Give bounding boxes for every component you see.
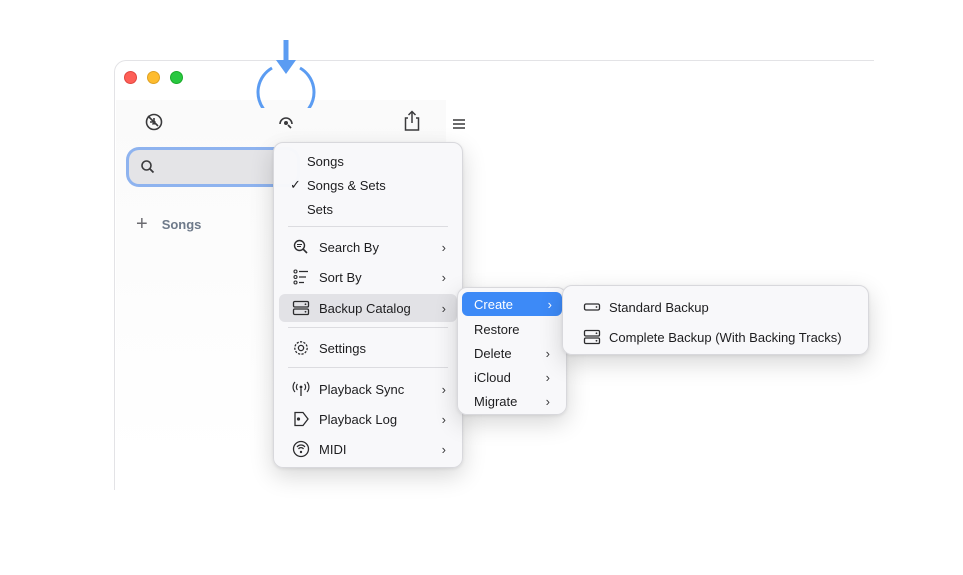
single-drive-icon: [583, 298, 601, 316]
menu-item-label: Songs: [307, 153, 344, 169]
menu-separator: [288, 327, 448, 328]
hamburger-icon-svg: [453, 119, 465, 129]
backup-drive-icon: [292, 299, 310, 317]
chevron-right-icon: ›: [545, 393, 550, 409]
menu-item-label: iCloud: [474, 369, 511, 385]
menu-item-label: Sort By: [319, 269, 362, 285]
menu-item-label: Settings: [319, 340, 366, 356]
sync-icon[interactable]: [275, 111, 297, 133]
menu-item-icloud[interactable]: iCloud ›: [464, 364, 560, 390]
chevron-right-icon: ›: [441, 441, 446, 457]
download-arrow-annotation-icon: [254, 38, 318, 122]
chevron-right-icon: ›: [545, 369, 550, 385]
menu-item-label: Sets: [307, 201, 334, 217]
history-icon[interactable]: [143, 111, 165, 133]
create-backup-submenu: Standard Backup Complete Backup (With Ba…: [562, 285, 869, 355]
close-window-button[interactable]: [124, 71, 137, 84]
menu-item-songs[interactable]: Songs: [280, 148, 456, 174]
menu-item-label: Playback Log: [319, 411, 398, 427]
menu-item-label: Songs & Sets: [307, 177, 386, 193]
search-icon-svg: [141, 160, 155, 174]
main-dropdown-menu: Songs ✓ Songs & Sets Sets Search By › So…: [273, 142, 463, 468]
checkmark-icon: ✓: [290, 177, 301, 192]
history-icon-svg: [145, 113, 163, 131]
menu-item-songs-and-sets[interactable]: ✓ Songs & Sets: [280, 172, 456, 198]
dual-drive-icon: [583, 328, 601, 346]
plus-icon: +: [136, 213, 148, 235]
gear-icon: [292, 339, 310, 357]
menu-item-migrate[interactable]: Migrate ›: [464, 388, 560, 414]
menu-item-sets[interactable]: Sets: [280, 196, 456, 222]
menu-item-complete-backup[interactable]: Complete Backup (With Backing Tracks): [569, 324, 862, 350]
menu-item-label: Standard Backup: [609, 299, 709, 315]
chevron-right-icon: ›: [545, 345, 550, 361]
menu-item-label: Backup Catalog: [319, 300, 411, 316]
annotation-svg: [256, 40, 316, 122]
search-icon: [139, 158, 157, 176]
menu-item-search-by[interactable]: Search By ›: [280, 234, 456, 260]
menu-item-backup-catalog[interactable]: Backup Catalog ›: [279, 294, 457, 322]
songs-label: Songs: [161, 216, 202, 232]
chevron-right-icon: ›: [441, 300, 446, 316]
menu-item-sort-by[interactable]: Sort By ›: [280, 264, 456, 290]
menu-item-label: Create: [474, 296, 514, 312]
menu-item-playback-sync[interactable]: Playback Sync ›: [280, 376, 456, 402]
sort-list-icon: [292, 268, 310, 286]
menu-item-midi[interactable]: MIDI ›: [280, 436, 456, 462]
menu-item-create[interactable]: Create ›: [462, 292, 562, 316]
menu-item-label: Complete Backup (With Backing Tracks): [609, 329, 842, 345]
menu-item-standard-backup[interactable]: Standard Backup: [569, 294, 862, 320]
chevron-right-icon: ›: [441, 239, 446, 255]
playback-log-icon: [292, 410, 310, 428]
menu-item-delete[interactable]: Delete ›: [464, 340, 560, 366]
zoom-window-button[interactable]: [170, 71, 183, 84]
antenna-icon: [292, 380, 310, 398]
menu-item-label: Playback Sync: [319, 381, 405, 397]
chevron-right-icon: ›: [441, 269, 446, 285]
menu-separator: [288, 367, 448, 368]
search-list-icon: [292, 238, 310, 256]
chevron-right-icon: ›: [441, 381, 446, 397]
menu-item-restore[interactable]: Restore: [464, 316, 560, 342]
share-icon[interactable]: [401, 110, 423, 132]
menu-item-label: Search By: [319, 239, 379, 255]
midi-icon: [292, 440, 310, 458]
menu-item-label: Restore: [474, 321, 520, 337]
chevron-right-icon: ›: [547, 296, 552, 312]
menu-item-label: Delete: [474, 345, 512, 361]
backup-catalog-submenu: Create › Restore Delete › iCloud › Migra…: [457, 287, 567, 415]
hamburger-menu-icon[interactable]: [448, 113, 470, 135]
chevron-right-icon: ›: [441, 411, 446, 427]
share-icon-svg: [404, 110, 420, 131]
menu-item-label: MIDI: [319, 441, 347, 457]
sync-icon-svg: [279, 117, 293, 129]
menu-item-settings[interactable]: Settings: [280, 335, 456, 361]
menu-separator: [288, 226, 448, 227]
add-songs-row[interactable]: + Songs: [136, 213, 201, 235]
menu-item-playback-log[interactable]: Playback Log ›: [280, 406, 456, 432]
menu-item-label: Migrate: [474, 393, 518, 409]
minimize-window-button[interactable]: [147, 71, 160, 84]
